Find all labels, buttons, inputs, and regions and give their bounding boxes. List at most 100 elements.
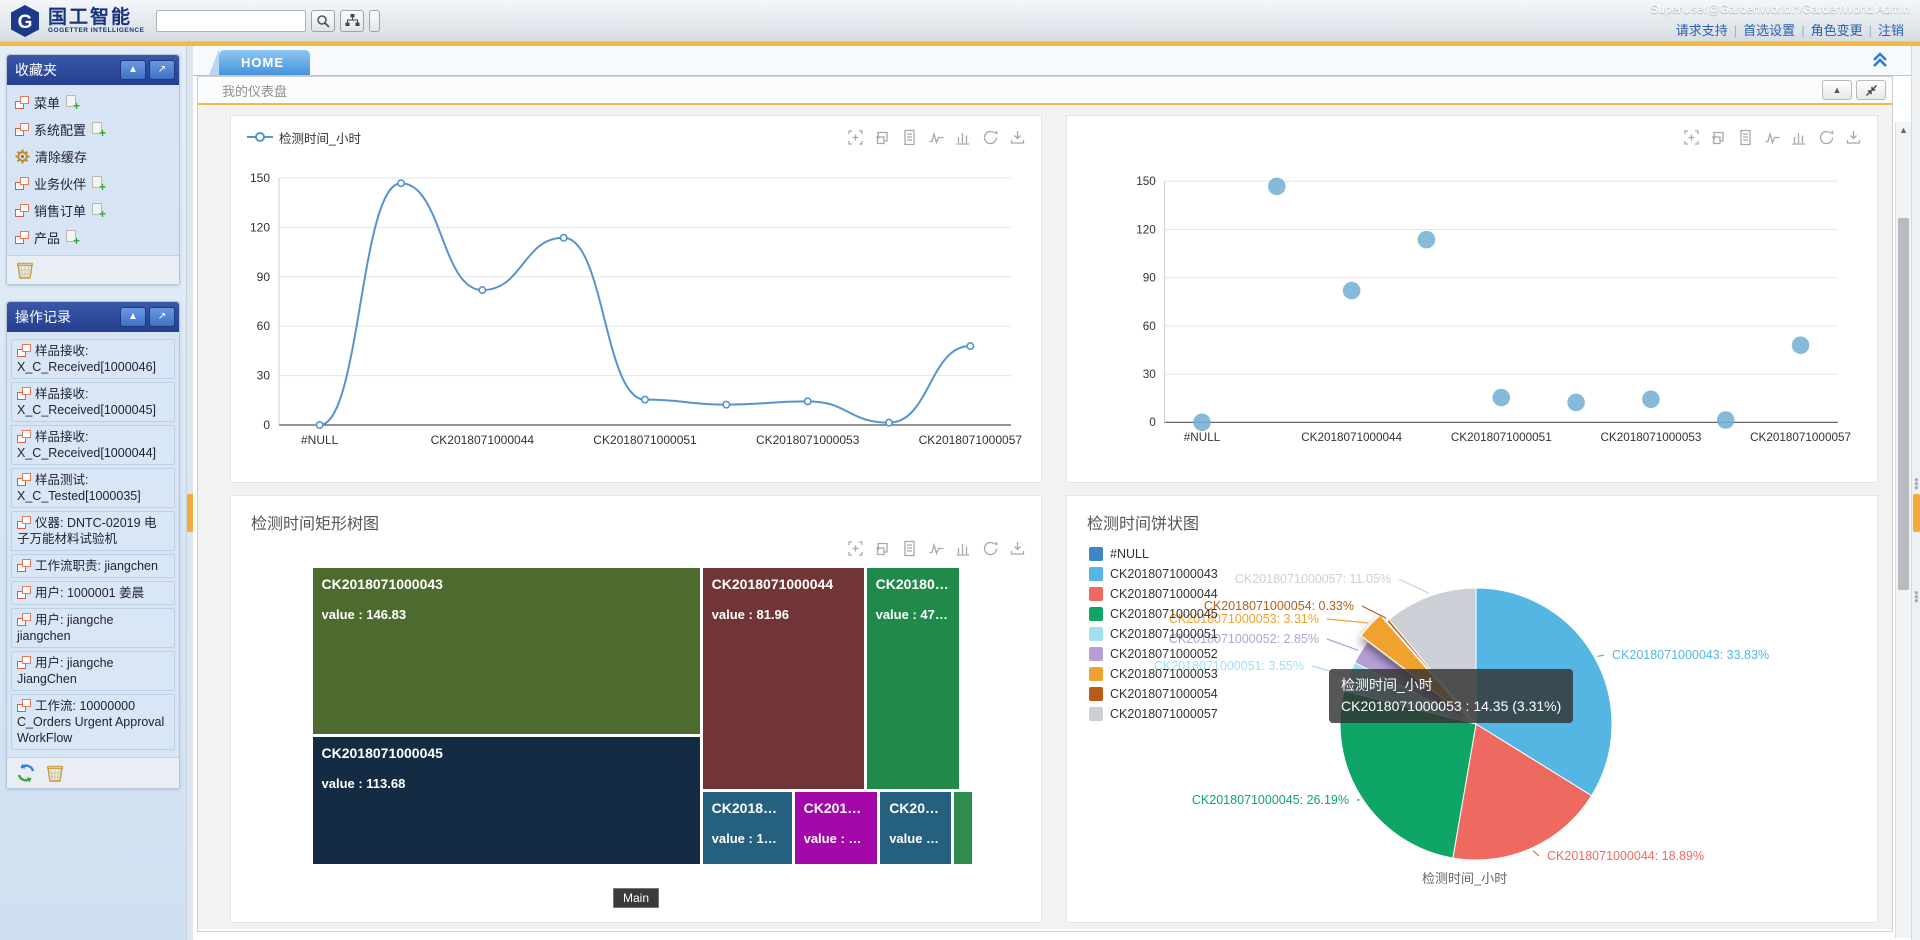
zoom-reset-icon[interactable] xyxy=(873,128,892,147)
right-splitter-handle[interactable] xyxy=(1913,494,1920,532)
scatter-data-point[interactable] xyxy=(1642,390,1660,408)
line-data-point[interactable] xyxy=(316,422,322,428)
search-button[interactable] xyxy=(311,10,335,32)
line-series-legend[interactable]: 检测时间_小时 xyxy=(247,128,361,147)
record-item[interactable]: 仪器: DNTC-02019 电子万能材料试验机 xyxy=(11,511,175,551)
record-item[interactable]: 样品测试: X_C_Tested[1000035] xyxy=(11,468,175,508)
favorites-item[interactable]: 销售订单+ xyxy=(9,197,177,224)
pie-legend-item[interactable]: CK2018071000052 xyxy=(1089,644,1218,664)
treemap-cell[interactable]: CK2018071000057value : 47.95 xyxy=(867,568,960,790)
favorites-collapse-button[interactable]: ▲ xyxy=(120,60,146,80)
line-chart-icon[interactable] xyxy=(927,539,946,558)
scatter-data-point[interactable] xyxy=(1717,411,1735,429)
pie-legend-item[interactable]: CK2018071000043 xyxy=(1089,564,1218,584)
favorites-trash-icon[interactable] xyxy=(15,260,35,280)
line-data-point[interactable] xyxy=(967,343,973,349)
pie-legend-item[interactable]: CK2018071000045 xyxy=(1089,604,1218,624)
line-data-point[interactable] xyxy=(723,401,729,407)
scatter-data-point[interactable] xyxy=(1268,178,1286,196)
bar-chart-icon[interactable] xyxy=(1790,128,1809,147)
pie-legend-item[interactable]: CK2018071000053 xyxy=(1089,664,1218,684)
favorites-item[interactable]: 产品+ xyxy=(9,224,177,251)
scatter-data-point[interactable] xyxy=(1343,282,1361,300)
data-view-icon[interactable] xyxy=(900,128,919,147)
record-item[interactable]: 样品接收: X_C_Received[1000044] xyxy=(11,425,175,465)
bar-chart-icon[interactable] xyxy=(954,539,973,558)
treemap-cell[interactable]: CK2018071000054 xyxy=(954,792,972,864)
scatter-data-point[interactable] xyxy=(1567,394,1585,412)
add-to-favorites-icon[interactable]: + xyxy=(65,230,79,245)
scatter-data-point[interactable] xyxy=(1193,414,1211,432)
restore-icon[interactable] xyxy=(1817,128,1836,147)
area-zoom-icon[interactable] xyxy=(846,128,865,147)
restore-icon[interactable] xyxy=(981,539,1000,558)
record-item[interactable]: 用户: jiangche JiangChen xyxy=(11,651,175,691)
favorites-item[interactable]: 菜单+ xyxy=(9,89,177,116)
topbar-link-3[interactable]: 角色变更 xyxy=(1811,23,1863,38)
record-item[interactable]: 用户: jiangche jiangchen xyxy=(11,608,175,648)
data-view-icon[interactable] xyxy=(1736,128,1755,147)
favorites-expand-button[interactable]: ↗ xyxy=(149,60,175,80)
treemap-cell[interactable]: CK2018071000051value : 15.41 xyxy=(703,792,792,864)
topbar-link-4[interactable]: 注销 xyxy=(1878,23,1904,38)
area-zoom-icon[interactable] xyxy=(1682,128,1701,147)
record-item[interactable]: 用户: 1000001 姜晨 xyxy=(11,581,175,605)
treemap-cell[interactable]: CK2018071000043value : 146.83 xyxy=(313,568,700,734)
right-edge-splitter[interactable]: ●●● ●●● xyxy=(1911,46,1920,940)
dashboard-shrink-button[interactable] xyxy=(1856,80,1886,100)
collapse-all-icon[interactable] xyxy=(1871,51,1889,69)
pie-legend-item[interactable]: #NULL xyxy=(1089,544,1218,564)
line-data-point[interactable] xyxy=(804,398,810,404)
zoom-reset-icon[interactable] xyxy=(1709,128,1728,147)
topbar-link-2[interactable]: 首选设置 xyxy=(1743,23,1795,38)
main-scrollbar[interactable]: ▲ xyxy=(1895,122,1911,938)
line-chart-icon[interactable] xyxy=(1763,128,1782,147)
add-to-favorites-icon[interactable]: + xyxy=(91,203,105,218)
scatter-data-point[interactable] xyxy=(1492,389,1510,407)
add-to-favorites-icon[interactable]: + xyxy=(65,95,79,110)
line-data-point[interactable] xyxy=(886,419,892,425)
records-refresh-icon[interactable] xyxy=(15,762,37,784)
zoom-reset-icon[interactable] xyxy=(873,539,892,558)
pie-legend-item[interactable]: CK2018071000051 xyxy=(1089,624,1218,644)
org-chart-button[interactable] xyxy=(340,10,364,32)
record-item[interactable]: 样品接收: X_C_Received[1000046] xyxy=(11,339,175,379)
topbar-link-1[interactable]: 请求支持 xyxy=(1676,23,1728,38)
data-view-icon[interactable] xyxy=(900,539,919,558)
records-expand-button[interactable]: ↗ xyxy=(149,307,175,327)
treemap-cell[interactable]: CK2018071000044value : 81.96 xyxy=(703,568,864,790)
record-item[interactable]: 样品接收: X_C_Received[1000045] xyxy=(11,382,175,422)
treemap-chart[interactable]: CK2018071000043value : 146.83CK201807100… xyxy=(311,566,961,866)
scatter-data-point[interactable] xyxy=(1418,231,1436,249)
add-to-favorites-icon[interactable]: + xyxy=(91,176,105,191)
treemap-breadcrumb[interactable]: Main xyxy=(613,888,659,908)
pie-legend-item[interactable]: CK2018071000057 xyxy=(1089,704,1218,724)
treemap-cell[interactable]: CK2018071000045value : 113.68 xyxy=(313,737,700,865)
scatter-data-point[interactable] xyxy=(1792,336,1810,354)
favorites-item[interactable]: 业务伙伴+ xyxy=(9,170,177,197)
bar-chart-icon[interactable] xyxy=(954,128,973,147)
restore-icon[interactable] xyxy=(981,128,1000,147)
pie-legend-item[interactable]: CK2018071000054 xyxy=(1089,684,1218,704)
area-zoom-icon[interactable] xyxy=(846,539,865,558)
search-input[interactable] xyxy=(156,10,306,32)
toolbar-extra-button[interactable] xyxy=(369,10,380,32)
sidebar-splitter[interactable] xyxy=(186,46,193,940)
download-icon[interactable] xyxy=(1008,128,1027,147)
records-collapse-button[interactable]: ▲ xyxy=(120,307,146,327)
record-item[interactable]: 工作流: 10000000 C_Orders Urgent Approval W… xyxy=(11,694,175,750)
treemap-cell[interactable]: CK2018071000053value : 14.35 xyxy=(795,792,878,864)
line-data-point[interactable] xyxy=(560,235,566,241)
scrollbar-thumb[interactable] xyxy=(1898,218,1909,590)
favorites-item[interactable]: 清除缓存 xyxy=(9,143,177,170)
add-to-favorites-icon[interactable]: + xyxy=(91,122,105,137)
record-item[interactable]: 工作流职责: jiangchen xyxy=(11,554,175,578)
dashboard-collapse-button[interactable]: ▲ xyxy=(1822,80,1852,100)
download-icon[interactable] xyxy=(1008,539,1027,558)
records-trash-icon[interactable] xyxy=(45,763,65,783)
line-data-point[interactable] xyxy=(398,180,404,186)
download-icon[interactable] xyxy=(1844,128,1863,147)
line-chart[interactable]: 0306090120150#NULLCK2018071000044CK20180… xyxy=(231,148,1041,478)
line-chart-icon[interactable] xyxy=(927,128,946,147)
line-data-point[interactable] xyxy=(642,396,648,402)
